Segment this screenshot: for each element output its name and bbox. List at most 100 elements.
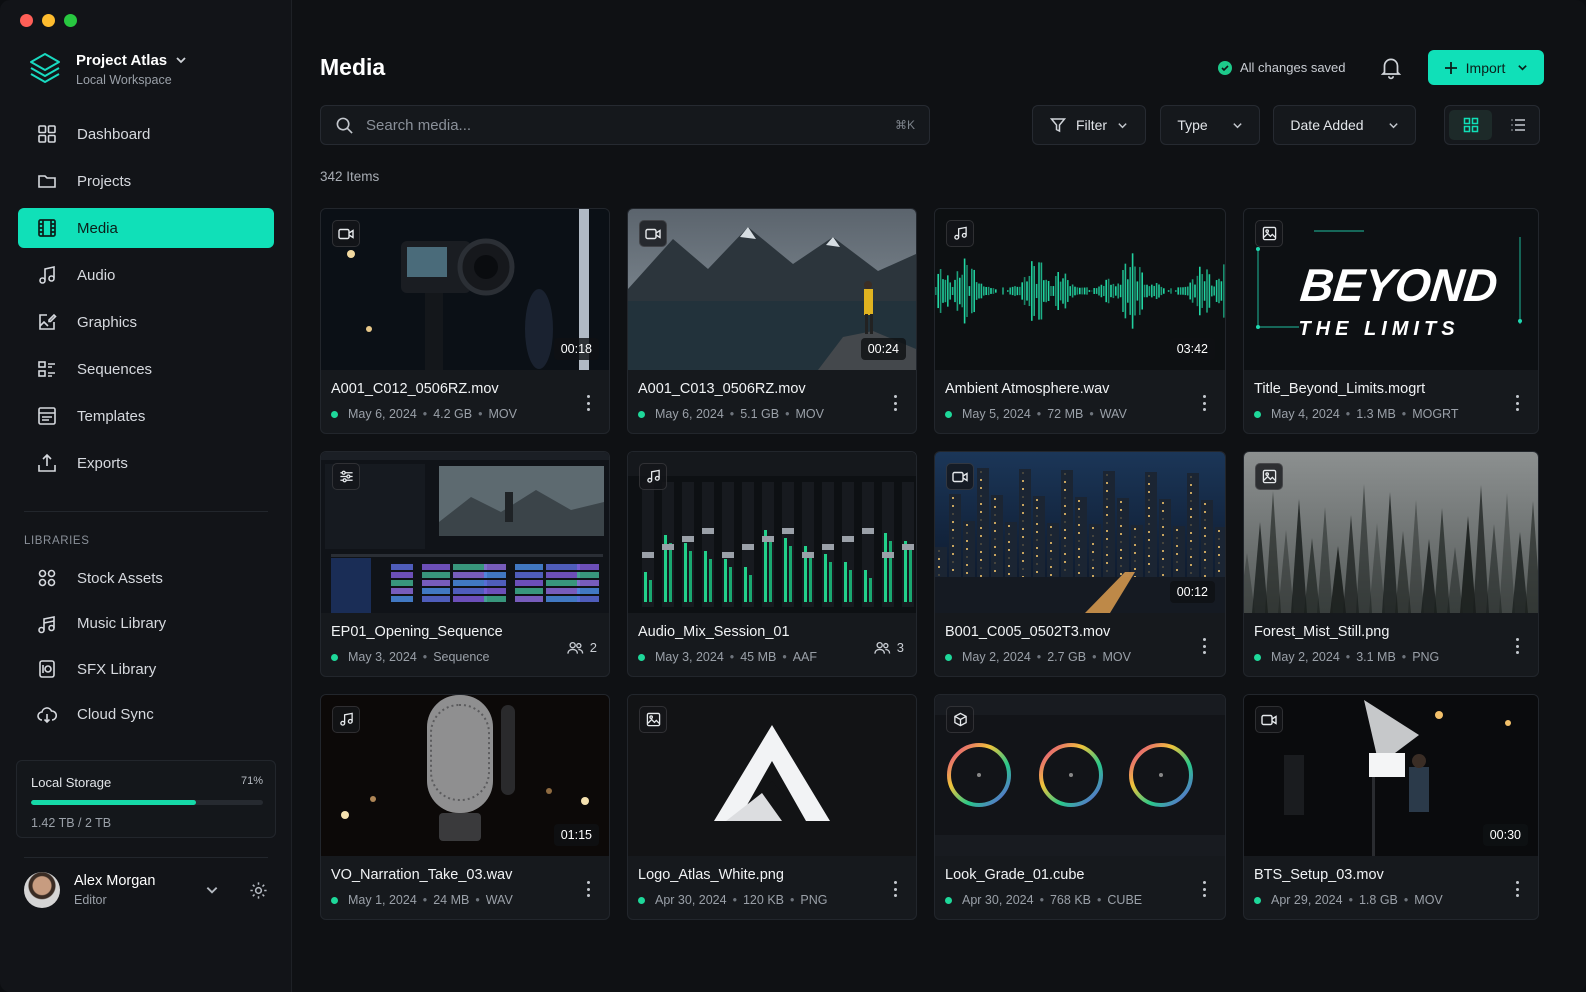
media-name[interactable]: B001_C005_0502T3.mov <box>945 624 1110 640</box>
nav-item-exports[interactable]: Exports <box>18 443 274 483</box>
nav-item-templates[interactable]: Templates <box>18 396 274 436</box>
search-shortcut: ⌘K <box>894 118 915 132</box>
nav-item-audio[interactable]: Audio <box>18 255 274 295</box>
media-thumbnail[interactable] <box>628 452 916 613</box>
media-name[interactable]: Audio_Mix_Session_01 <box>638 624 790 640</box>
more-options-button[interactable] <box>581 879 595 899</box>
media-name[interactable]: Title_Beyond_Limits.mogrt <box>1254 381 1425 397</box>
media-thumbnail[interactable]: 03:42 <box>935 209 1225 370</box>
media-card[interactable]: 03:42 Ambient Atmosphere.wav May 5, 2024… <box>934 208 1226 434</box>
workspace-switcher[interactable]: Project Atlas Local Workspace <box>28 50 187 88</box>
bell-icon[interactable] <box>1378 54 1404 80</box>
media-card[interactable]: 01:15 VO_Narration_Take_03.wav May 1, 20… <box>320 694 610 920</box>
nav-item-sequences[interactable]: Sequences <box>18 349 274 389</box>
more-options-button[interactable] <box>1510 879 1524 899</box>
media-name[interactable]: A001_C013_0506RZ.mov <box>638 381 806 397</box>
media-date: May 2, 2024 <box>1271 650 1340 664</box>
media-name[interactable]: A001_C012_0506RZ.mov <box>331 381 499 397</box>
chevron-down-icon[interactable] <box>205 883 219 897</box>
status-dot <box>945 410 952 418</box>
media-thumbnail[interactable]: 00:24 <box>628 209 916 370</box>
more-options-button[interactable] <box>581 393 595 413</box>
grid-view-button[interactable] <box>1449 110 1492 140</box>
status-dot <box>638 653 645 661</box>
users-icon <box>874 641 891 654</box>
video-icon <box>332 220 360 247</box>
media-thumbnail[interactable] <box>321 452 609 613</box>
nav-item-cloud-sync[interactable]: Cloud Sync <box>18 695 274 735</box>
media-card[interactable]: EP01_Opening_Sequence May 3, 2024 • Sequen… <box>320 451 610 677</box>
media-card[interactable]: 00:12 B001_C005_0502T3.mov May 2, 2024 • 2… <box>934 451 1226 677</box>
music-note-icon <box>946 220 974 247</box>
sequence-icon <box>332 463 360 490</box>
import-button[interactable]: Import <box>1428 50 1544 85</box>
more-options-button[interactable] <box>1510 636 1524 656</box>
media-card[interactable]: Audio_Mix_Session_01 May 3, 2024 • 45 MB • A… <box>627 451 917 677</box>
nav-label: Stock Assets <box>77 569 163 587</box>
nav-item-sfx-library[interactable]: SFX Library <box>18 649 274 689</box>
gear-icon[interactable] <box>249 881 268 900</box>
more-options-button[interactable] <box>888 879 902 899</box>
nav-item-stock-assets[interactable]: Stock Assets <box>18 558 274 598</box>
search-bar: ⌘K <box>320 105 930 145</box>
list-view-button[interactable] <box>1496 106 1539 144</box>
save-status: All changes saved <box>1218 60 1346 75</box>
more-options-button[interactable] <box>1197 393 1211 413</box>
media-card[interactable]: 00:18 A001_C012_0506RZ.mov May 6, 2024 • 4… <box>320 208 610 434</box>
media-date: May 1, 2024 <box>348 893 417 907</box>
minimize-window-button[interactable] <box>42 14 55 27</box>
more-options-button[interactable] <box>888 393 902 413</box>
media-date: May 2, 2024 <box>962 650 1031 664</box>
nav-item-media[interactable]: Media <box>18 208 274 248</box>
media-kind: MOV <box>488 407 517 421</box>
close-window-button[interactable] <box>20 14 33 27</box>
nav-item-music-library[interactable]: Music Library <box>18 604 274 644</box>
media-kind: MOV <box>795 407 824 421</box>
user-profile[interactable]: Alex Morgan Editor <box>24 872 268 908</box>
more-options-button[interactable] <box>1510 393 1524 413</box>
nav-item-graphics[interactable]: Graphics <box>18 302 274 342</box>
more-options-button[interactable] <box>1197 879 1211 899</box>
media-thumbnail[interactable]: 00:12 <box>935 452 1225 613</box>
nav-item-dashboard[interactable]: Dashboard <box>18 114 274 154</box>
status-dot <box>331 896 338 904</box>
logo-thumbnail <box>628 695 916 856</box>
media-thumbnail[interactable] <box>935 695 1225 856</box>
media-thumbnail[interactable]: 01:15 <box>321 695 609 856</box>
media-name[interactable]: VO_Narration_Take_03.wav <box>331 867 512 883</box>
media-thumbnail[interactable]: 00:30 <box>1244 695 1538 856</box>
media-name[interactable]: Logo_Atlas_White.png <box>638 867 784 883</box>
media-kind: Sequence <box>433 650 490 664</box>
sort-dropdown[interactable]: Date Added <box>1273 105 1416 145</box>
media-thumbnail[interactable] <box>1244 452 1538 613</box>
media-size: 24 MB <box>433 893 470 907</box>
media-card[interactable]: BEYOND THE LIMITS Title_Beyond_Limits.mo… <box>1243 208 1539 434</box>
media-name[interactable]: BTS_Setup_03.mov <box>1254 867 1384 883</box>
media-card[interactable]: Forest_Mist_Still.png May 2, 2024 • 3.1 MB… <box>1243 451 1539 677</box>
media-thumbnail[interactable]: BEYOND THE LIMITS <box>1244 209 1538 370</box>
nav-item-projects[interactable]: Projects <box>18 161 274 201</box>
media-kind: MOGRT <box>1412 407 1459 421</box>
media-thumbnail[interactable] <box>628 695 916 856</box>
media-card[interactable]: 00:30 BTS_Setup_03.mov Apr 29, 2024 • 1.8 … <box>1243 694 1539 920</box>
media-card[interactable]: Logo_Atlas_White.png Apr 30, 2024 • 120 KB… <box>627 694 917 920</box>
media-name[interactable]: Ambient Atmosphere.wav <box>945 381 1109 397</box>
media-name[interactable]: EP01_Opening_Sequence <box>331 624 503 640</box>
media-name[interactable]: Forest_Mist_Still.png <box>1254 624 1389 640</box>
media-card[interactable]: 00:24 A001_C013_0506RZ.mov May 6, 2024 • 5… <box>627 208 917 434</box>
more-options-button[interactable] <box>1197 636 1211 656</box>
meta-separator: • <box>790 893 795 907</box>
cube-icon <box>946 706 974 733</box>
nav-label: Dashboard <box>77 125 151 143</box>
media-name[interactable]: Look_Grade_01.cube <box>945 867 1084 883</box>
maximize-window-button[interactable] <box>64 14 77 27</box>
search-input[interactable] <box>366 116 895 134</box>
type-dropdown[interactable]: Type <box>1160 105 1260 145</box>
filter-dropdown[interactable]: Filter <box>1032 105 1146 145</box>
media-thumbnail[interactable]: 00:18 <box>321 209 609 370</box>
avatar <box>24 872 60 908</box>
page-title: Media <box>320 54 386 80</box>
nav-label: Cloud Sync <box>77 706 154 723</box>
media-card[interactable]: Look_Grade_01.cube Apr 30, 2024 • 768 KB • C… <box>934 694 1226 920</box>
nav-label: Exports <box>77 454 128 472</box>
